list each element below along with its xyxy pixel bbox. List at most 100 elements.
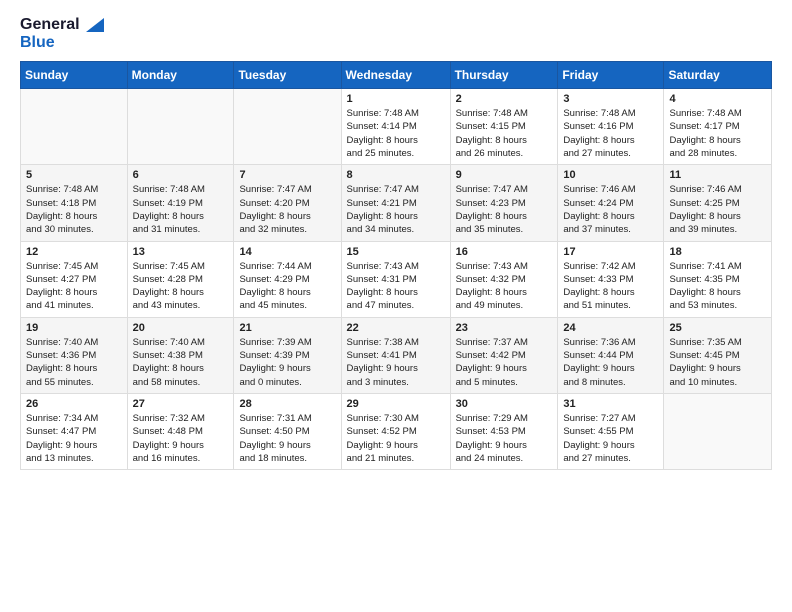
week-row-2: 5 Sunrise: 7:48 AM Sunset: 4:18 PM Daylig… — [21, 165, 772, 241]
weekday-header-sunday: Sunday — [21, 62, 128, 89]
day-info: Sunrise: 7:36 AM Sunset: 4:44 PM Dayligh… — [563, 336, 658, 389]
day-info: Sunrise: 7:40 AM Sunset: 4:36 PM Dayligh… — [26, 336, 122, 389]
day-cell: 28 Sunrise: 7:31 AM Sunset: 4:50 PM Dayli… — [234, 393, 341, 469]
day-number: 16 — [456, 246, 553, 258]
day-number: 2 — [456, 93, 553, 105]
day-number: 22 — [347, 322, 445, 334]
page: General Blue SundayMondayTuesdayWednesda… — [0, 0, 792, 486]
day-number: 17 — [563, 246, 658, 258]
day-info: Sunrise: 7:39 AM Sunset: 4:39 PM Dayligh… — [239, 336, 335, 389]
day-info: Sunrise: 7:47 AM Sunset: 4:23 PM Dayligh… — [456, 183, 553, 236]
day-info: Sunrise: 7:38 AM Sunset: 4:41 PM Dayligh… — [347, 336, 445, 389]
day-number: 5 — [26, 169, 122, 181]
day-cell: 10 Sunrise: 7:46 AM Sunset: 4:24 PM Dayli… — [558, 165, 664, 241]
day-number: 30 — [456, 398, 553, 410]
day-cell: 6 Sunrise: 7:48 AM Sunset: 4:19 PM Daylig… — [127, 165, 234, 241]
day-cell: 14Sunrise: 7:44 AM Sunset: 4:29 PM Dayli… — [234, 241, 341, 317]
day-info: Sunrise: 7:31 AM Sunset: 4:50 PM Dayligh… — [239, 412, 335, 465]
day-info: Sunrise: 7:48 AM Sunset: 4:14 PM Dayligh… — [347, 107, 445, 160]
day-cell — [21, 89, 128, 165]
day-cell: 31 Sunrise: 7:27 AM Sunset: 4:55 PM Dayli… — [558, 393, 664, 469]
day-cell: 21 Sunrise: 7:39 AM Sunset: 4:39 PM Dayli… — [234, 317, 341, 393]
day-number: 27 — [133, 398, 229, 410]
header: General Blue — [20, 16, 772, 51]
day-cell — [127, 89, 234, 165]
day-cell: 25 Sunrise: 7:35 AM Sunset: 4:45 PM Dayli… — [664, 317, 772, 393]
day-number: 14 — [239, 246, 335, 258]
day-info: Sunrise: 7:27 AM Sunset: 4:55 PM Dayligh… — [563, 412, 658, 465]
day-cell: 19 Sunrise: 7:40 AM Sunset: 4:36 PM Dayli… — [21, 317, 128, 393]
day-number: 23 — [456, 322, 553, 334]
day-info: Sunrise: 7:32 AM Sunset: 4:48 PM Dayligh… — [133, 412, 229, 465]
day-info: Sunrise: 7:35 AM Sunset: 4:45 PM Dayligh… — [669, 336, 766, 389]
day-cell: 26Sunrise: 7:34 AM Sunset: 4:47 PM Dayli… — [21, 393, 128, 469]
day-cell: 27 Sunrise: 7:32 AM Sunset: 4:48 PM Dayli… — [127, 393, 234, 469]
day-cell: 30 Sunrise: 7:29 AM Sunset: 4:53 PM Dayli… — [450, 393, 558, 469]
day-info: Sunrise: 7:29 AM Sunset: 4:53 PM Dayligh… — [456, 412, 553, 465]
day-number: 4 — [669, 93, 766, 105]
day-info: Sunrise: 7:46 AM Sunset: 4:25 PM Dayligh… — [669, 183, 766, 236]
day-info: Sunrise: 7:46 AM Sunset: 4:24 PM Dayligh… — [563, 183, 658, 236]
day-info: Sunrise: 7:48 AM Sunset: 4:19 PM Dayligh… — [133, 183, 229, 236]
day-info: Sunrise: 7:47 AM Sunset: 4:20 PM Dayligh… — [239, 183, 335, 236]
weekday-header-wednesday: Wednesday — [341, 62, 450, 89]
week-row-4: 19 Sunrise: 7:40 AM Sunset: 4:36 PM Dayli… — [21, 317, 772, 393]
day-number: 1 — [347, 93, 445, 105]
day-number: 19 — [26, 322, 122, 334]
weekday-header-row: SundayMondayTuesdayWednesdayThursdayFrid… — [21, 62, 772, 89]
day-info: Sunrise: 7:42 AM Sunset: 4:33 PM Dayligh… — [563, 260, 658, 313]
day-number: 21 — [239, 322, 335, 334]
day-cell — [664, 393, 772, 469]
day-info: Sunrise: 7:48 AM Sunset: 4:17 PM Dayligh… — [669, 107, 766, 160]
day-number: 25 — [669, 322, 766, 334]
day-cell: 1 Sunrise: 7:48 AM Sunset: 4:14 PM Daylig… — [341, 89, 450, 165]
logo-wordmark: General Blue — [20, 16, 104, 51]
day-info: Sunrise: 7:48 AM Sunset: 4:16 PM Dayligh… — [563, 107, 658, 160]
logo: General Blue — [20, 16, 104, 51]
day-cell: 17 Sunrise: 7:42 AM Sunset: 4:33 PM Dayli… — [558, 241, 664, 317]
day-number: 11 — [669, 169, 766, 181]
day-cell: 24 Sunrise: 7:36 AM Sunset: 4:44 PM Dayli… — [558, 317, 664, 393]
day-cell: 20Sunrise: 7:40 AM Sunset: 4:38 PM Dayli… — [127, 317, 234, 393]
day-number: 8 — [347, 169, 445, 181]
day-info: Sunrise: 7:48 AM Sunset: 4:18 PM Dayligh… — [26, 183, 122, 236]
day-number: 10 — [563, 169, 658, 181]
day-number: 24 — [563, 322, 658, 334]
weekday-header-tuesday: Tuesday — [234, 62, 341, 89]
day-info: Sunrise: 7:43 AM Sunset: 4:32 PM Dayligh… — [456, 260, 553, 313]
day-cell: 15Sunrise: 7:43 AM Sunset: 4:31 PM Dayli… — [341, 241, 450, 317]
weekday-header-friday: Friday — [558, 62, 664, 89]
week-row-1: 1 Sunrise: 7:48 AM Sunset: 4:14 PM Daylig… — [21, 89, 772, 165]
day-number: 3 — [563, 93, 658, 105]
day-number: 7 — [239, 169, 335, 181]
day-info: Sunrise: 7:45 AM Sunset: 4:28 PM Dayligh… — [133, 260, 229, 313]
day-info: Sunrise: 7:30 AM Sunset: 4:52 PM Dayligh… — [347, 412, 445, 465]
day-cell: 9Sunrise: 7:47 AM Sunset: 4:23 PM Daylig… — [450, 165, 558, 241]
day-number: 15 — [347, 246, 445, 258]
day-cell: 13 Sunrise: 7:45 AM Sunset: 4:28 PM Dayli… — [127, 241, 234, 317]
day-cell: 8Sunrise: 7:47 AM Sunset: 4:21 PM Daylig… — [341, 165, 450, 241]
week-row-5: 26Sunrise: 7:34 AM Sunset: 4:47 PM Dayli… — [21, 393, 772, 469]
week-row-3: 12Sunrise: 7:45 AM Sunset: 4:27 PM Dayli… — [21, 241, 772, 317]
day-number: 29 — [347, 398, 445, 410]
day-cell: 3 Sunrise: 7:48 AM Sunset: 4:16 PM Daylig… — [558, 89, 664, 165]
day-cell: 18 Sunrise: 7:41 AM Sunset: 4:35 PM Dayli… — [664, 241, 772, 317]
day-info: Sunrise: 7:41 AM Sunset: 4:35 PM Dayligh… — [669, 260, 766, 313]
day-info: Sunrise: 7:34 AM Sunset: 4:47 PM Dayligh… — [26, 412, 122, 465]
day-number: 18 — [669, 246, 766, 258]
day-cell — [234, 89, 341, 165]
weekday-header-thursday: Thursday — [450, 62, 558, 89]
day-number: 6 — [133, 169, 229, 181]
logo-blue-text: Blue — [20, 34, 104, 52]
day-info: Sunrise: 7:40 AM Sunset: 4:38 PM Dayligh… — [133, 336, 229, 389]
day-cell: 29 Sunrise: 7:30 AM Sunset: 4:52 PM Dayli… — [341, 393, 450, 469]
day-number: 28 — [239, 398, 335, 410]
weekday-header-monday: Monday — [127, 62, 234, 89]
day-cell: 2 Sunrise: 7:48 AM Sunset: 4:15 PM Daylig… — [450, 89, 558, 165]
logo-general-text: General — [20, 16, 104, 34]
day-info: Sunrise: 7:48 AM Sunset: 4:15 PM Dayligh… — [456, 107, 553, 160]
day-number: 31 — [563, 398, 658, 410]
day-cell: 7 Sunrise: 7:47 AM Sunset: 4:20 PM Daylig… — [234, 165, 341, 241]
day-number: 13 — [133, 246, 229, 258]
calendar-table: SundayMondayTuesdayWednesdayThursdayFrid… — [20, 61, 772, 470]
